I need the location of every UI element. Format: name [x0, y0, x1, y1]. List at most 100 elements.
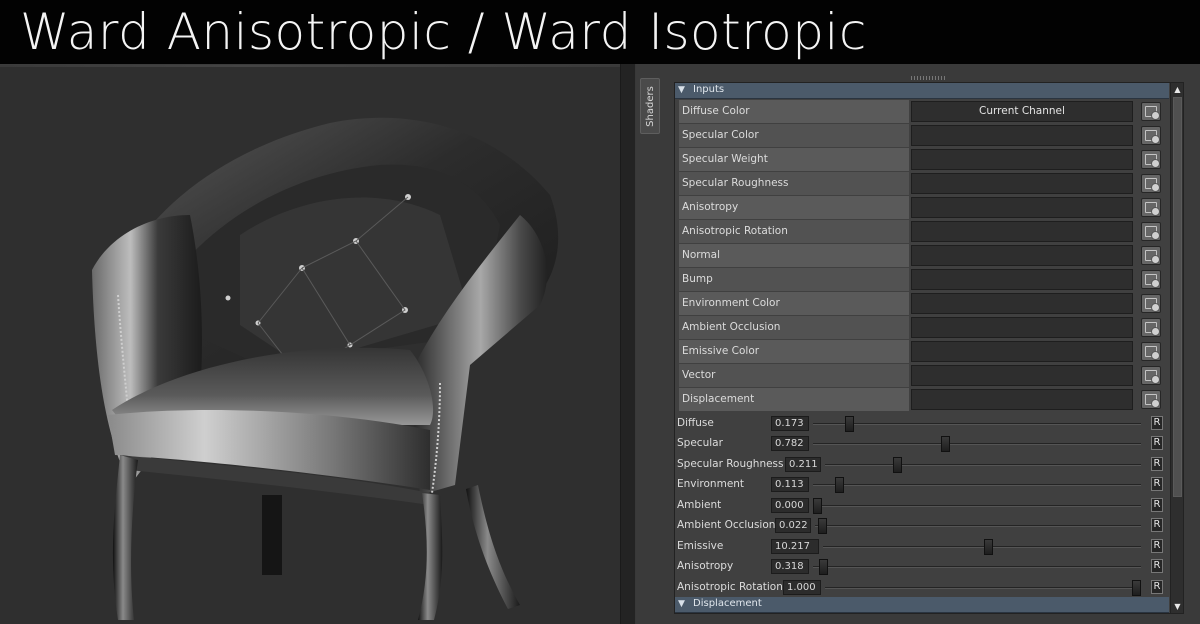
- input-slot[interactable]: Current Channel: [911, 101, 1133, 122]
- slider-track[interactable]: [823, 546, 1141, 548]
- input-label: Specular Weight: [679, 148, 909, 171]
- tab-shaders-label: Shaders: [644, 85, 656, 127]
- slider-value-field[interactable]: 0.173: [771, 416, 809, 431]
- add-node-icon: [1145, 154, 1160, 168]
- slider-value-field[interactable]: 0.782: [771, 436, 809, 451]
- connect-node-button[interactable]: [1141, 150, 1161, 169]
- slider-row-diffuse: Diffuse 0.173 R: [675, 413, 1169, 433]
- slider-track[interactable]: [813, 505, 1141, 507]
- slider-label: Emissive: [677, 540, 724, 552]
- input-row-specular-color: Specular Color: [679, 124, 1163, 147]
- connect-node-button[interactable]: [1141, 366, 1161, 385]
- slider-value-field[interactable]: 0.211: [785, 457, 821, 472]
- slider-track[interactable]: [825, 464, 1141, 466]
- connect-node-button[interactable]: [1141, 222, 1161, 241]
- slider-thumb[interactable]: [813, 498, 822, 514]
- input-slot[interactable]: [911, 293, 1133, 314]
- slider-track[interactable]: [813, 484, 1141, 486]
- input-slot[interactable]: [911, 173, 1133, 194]
- slider-row-ambient: Ambient 0.000 R: [675, 495, 1169, 515]
- slider-thumb[interactable]: [835, 477, 845, 493]
- tab-shaders[interactable]: Shaders: [640, 78, 660, 134]
- 3d-viewport[interactable]: [0, 64, 620, 624]
- slider-track[interactable]: [825, 587, 1141, 589]
- slider-row-specular: Specular 0.782 R: [675, 433, 1169, 453]
- reset-button[interactable]: R: [1151, 559, 1163, 573]
- reset-button[interactable]: R: [1151, 457, 1163, 471]
- connect-node-button[interactable]: [1141, 174, 1161, 193]
- connect-node-button[interactable]: [1141, 390, 1161, 409]
- slider-row-anisotropic-rotation: Anisotropic Rotation 1.000 R: [675, 577, 1169, 597]
- slider-thumb[interactable]: [983, 539, 993, 555]
- slider-thumb[interactable]: [892, 457, 902, 473]
- add-node-icon: [1145, 202, 1160, 216]
- reset-button[interactable]: R: [1151, 539, 1163, 553]
- input-row-vector: Vector: [679, 364, 1163, 387]
- displacement-section-header[interactable]: ▼ Displacement: [675, 597, 1169, 613]
- reset-button[interactable]: R: [1151, 518, 1163, 532]
- collapse-triangle-icon: ▼: [678, 85, 685, 95]
- input-label: Diffuse Color: [679, 100, 909, 123]
- slider-value-field[interactable]: 0.022: [775, 518, 811, 533]
- slider-track[interactable]: [813, 443, 1141, 445]
- displacement-section-label: Displacement: [693, 598, 762, 609]
- slider-thumb[interactable]: [818, 518, 828, 534]
- connect-node-button[interactable]: [1141, 126, 1161, 145]
- reset-button[interactable]: R: [1151, 477, 1163, 491]
- connect-node-button[interactable]: [1141, 342, 1161, 361]
- connect-node-button[interactable]: [1141, 102, 1161, 121]
- slider-value-field[interactable]: 10.217: [771, 539, 819, 554]
- slider-track[interactable]: [815, 525, 1141, 527]
- panel-splitter[interactable]: [620, 64, 636, 624]
- connect-node-button[interactable]: [1141, 270, 1161, 289]
- connect-node-button[interactable]: [1141, 318, 1161, 337]
- slider-track[interactable]: [813, 423, 1141, 425]
- input-label: Ambient Occlusion: [679, 316, 909, 339]
- input-label: Displacement: [679, 388, 909, 411]
- reset-button[interactable]: R: [1151, 436, 1163, 450]
- connect-node-button[interactable]: [1141, 246, 1161, 265]
- input-slot[interactable]: [911, 365, 1133, 386]
- reset-button[interactable]: R: [1151, 498, 1163, 512]
- slider-thumb[interactable]: [844, 416, 854, 432]
- connect-node-button[interactable]: [1141, 294, 1161, 313]
- slider-row-emissive: Emissive 10.217 R: [675, 536, 1169, 556]
- input-slot[interactable]: [911, 197, 1133, 218]
- input-row-specular-weight: Specular Weight: [679, 148, 1163, 171]
- add-node-icon: [1145, 394, 1160, 408]
- properties-scrollbar[interactable]: ▲ ▼: [1170, 82, 1184, 614]
- slider-label: Ambient Occlusion: [677, 519, 776, 531]
- slider-label: Specular: [677, 437, 723, 449]
- title-banner: Ward Anisotropic / Ward Isotropic: [0, 0, 1200, 64]
- input-slot[interactable]: [911, 317, 1133, 338]
- slider-value-field[interactable]: 0.000: [771, 498, 809, 513]
- slider-value-field[interactable]: 1.000: [783, 580, 821, 595]
- panel-grip-handle[interactable]: [911, 76, 945, 80]
- connect-node-button[interactable]: [1141, 198, 1161, 217]
- input-label: Bump: [679, 268, 909, 291]
- add-node-icon: [1145, 250, 1160, 264]
- slider-row-ambient-occlusion: Ambient Occlusion 0.022 R: [675, 515, 1169, 535]
- input-slot[interactable]: [911, 125, 1133, 146]
- input-label: Anisotropic Rotation: [679, 220, 909, 243]
- slider-label: Ambient: [677, 499, 722, 511]
- input-slot[interactable]: [911, 245, 1133, 266]
- input-slot[interactable]: [911, 389, 1133, 410]
- slider-thumb[interactable]: [819, 559, 829, 575]
- slider-value-field[interactable]: 0.318: [771, 559, 809, 574]
- reset-button[interactable]: R: [1151, 416, 1163, 430]
- scrollbar-thumb[interactable]: [1173, 97, 1182, 497]
- scroll-down-arrow-icon[interactable]: ▼: [1172, 601, 1183, 612]
- input-slot[interactable]: [911, 269, 1133, 290]
- reset-button[interactable]: R: [1151, 580, 1163, 594]
- slider-track[interactable]: [813, 566, 1141, 568]
- input-slot[interactable]: [911, 149, 1133, 170]
- input-slot[interactable]: [911, 221, 1133, 242]
- slider-thumb[interactable]: [1132, 580, 1141, 596]
- slider-value-field[interactable]: 0.113: [771, 477, 809, 492]
- input-slot[interactable]: [911, 341, 1133, 362]
- shader-panel: Shaders ▼ Inputs Diffuse Color Current C…: [636, 64, 1200, 624]
- scroll-up-arrow-icon[interactable]: ▲: [1172, 84, 1183, 95]
- slider-thumb[interactable]: [940, 436, 950, 452]
- inputs-section-header[interactable]: ▼ Inputs: [675, 83, 1169, 99]
